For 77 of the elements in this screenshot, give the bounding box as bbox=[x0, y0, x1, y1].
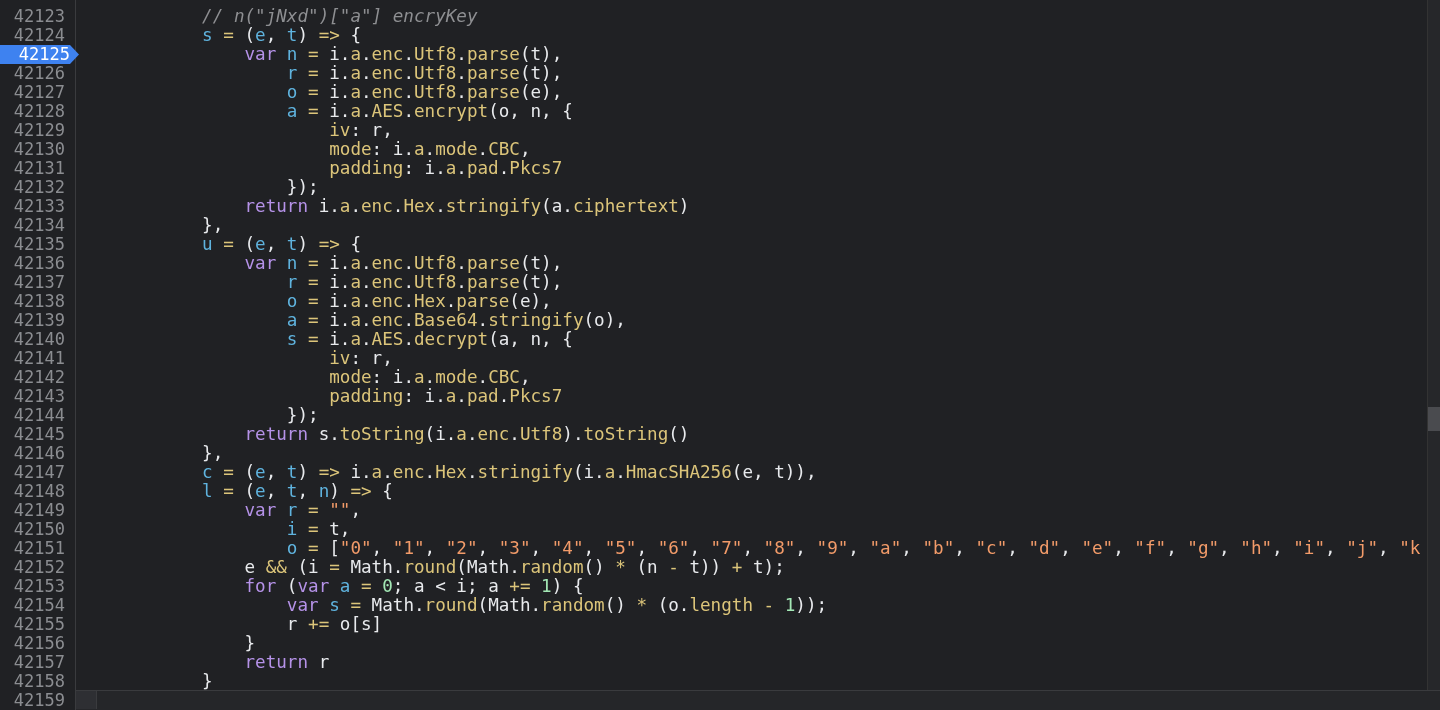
line-number[interactable]: 42130 bbox=[0, 140, 75, 159]
line-number[interactable]: 42139 bbox=[0, 311, 75, 330]
line-number[interactable]: 42146 bbox=[0, 444, 75, 463]
line-number[interactable]: 42124 bbox=[0, 26, 75, 45]
horizontal-scrollbar[interactable] bbox=[76, 690, 1440, 710]
code-line: }); bbox=[285, 178, 319, 197]
code-line: mode: i.a.mode.CBC, bbox=[328, 368, 531, 387]
code-line: return i.a.enc.Hex.stringify(a.ciphertext) bbox=[243, 197, 690, 216]
code-line: padding: i.a.pad.Pkcs7 bbox=[328, 387, 563, 406]
code-line: }, bbox=[201, 216, 224, 235]
scrollbar-thumb[interactable] bbox=[76, 691, 97, 709]
code-line: padding: i.a.pad.Pkcs7 bbox=[328, 159, 563, 178]
line-number[interactable]: 42133 bbox=[0, 197, 75, 216]
code-line: }); bbox=[285, 406, 319, 425]
code-line: for (var a = 0; a < i; a += 1) { bbox=[243, 577, 584, 596]
line-number[interactable]: 42135 bbox=[0, 235, 75, 254]
line-number[interactable]: 42156 bbox=[0, 634, 75, 653]
line-number[interactable]: 42136 bbox=[0, 254, 75, 273]
line-number[interactable]: 42128 bbox=[0, 102, 75, 121]
code-line: s = (e, t) => { bbox=[201, 26, 361, 45]
line-number[interactable]: 42127 bbox=[0, 83, 75, 102]
line-number[interactable]: 42134 bbox=[0, 216, 75, 235]
code-line: }, bbox=[201, 444, 224, 463]
code-line: var r = "", bbox=[243, 501, 361, 520]
scrollbar-thumb[interactable] bbox=[1428, 407, 1440, 431]
line-number[interactable]: 42158 bbox=[0, 672, 75, 691]
code-line: var s = Math.round(Math.random() * (o.length - 1)); bbox=[285, 596, 828, 615]
code-line: var n = i.a.enc.Utf8.parse(t), bbox=[243, 254, 563, 273]
line-number[interactable]: 42152 bbox=[0, 558, 75, 577]
line-number[interactable]: 42142 bbox=[0, 368, 75, 387]
code-line: l = (e, t, n) => { bbox=[201, 482, 393, 501]
line-number[interactable]: 42123 bbox=[0, 7, 75, 26]
line-number[interactable]: 42157 bbox=[0, 653, 75, 672]
code-line: r = i.a.enc.Utf8.parse(t), bbox=[285, 273, 563, 292]
code-line: iv: r, bbox=[328, 121, 393, 140]
code-line: a = i.a.enc.Base64.stringify(o), bbox=[285, 311, 626, 330]
line-number[interactable]: 42143 bbox=[0, 387, 75, 406]
line-number[interactable]: 42138 bbox=[0, 292, 75, 311]
line-number[interactable]: 42150 bbox=[0, 520, 75, 539]
line-number[interactable]: 42126 bbox=[0, 64, 75, 83]
line-number[interactable]: 42129 bbox=[0, 121, 75, 140]
code-line: r += o[s] bbox=[285, 615, 383, 634]
line-number[interactable]: 42137 bbox=[0, 273, 75, 292]
code-line: o = i.a.enc.Utf8.parse(e), bbox=[285, 83, 563, 102]
line-number[interactable]: 42132 bbox=[0, 178, 75, 197]
line-number[interactable]: 42131 bbox=[0, 159, 75, 178]
line-number[interactable]: 42140 bbox=[0, 330, 75, 349]
line-number[interactable]: 42159 bbox=[0, 691, 75, 710]
code-line: mode: i.a.mode.CBC, bbox=[328, 140, 531, 159]
line-number[interactable]: 42125 bbox=[0, 45, 80, 64]
line-number[interactable]: 42147 bbox=[0, 463, 75, 482]
line-number[interactable]: 42151 bbox=[0, 539, 75, 558]
line-number[interactable]: 42153 bbox=[0, 577, 75, 596]
line-number[interactable]: 42145 bbox=[0, 425, 75, 444]
line-number[interactable]: 42148 bbox=[0, 482, 75, 501]
code-line: c = (e, t) => i.a.enc.Hex.stringify(i.a.HmacSHA256(e, t)), bbox=[201, 463, 817, 482]
code-line: s = i.a.AES.decrypt(a, n, { bbox=[285, 330, 573, 349]
line-number[interactable]: 42144 bbox=[0, 406, 75, 425]
code-line: u = (e, t) => { bbox=[201, 235, 361, 254]
line-number[interactable]: 42154 bbox=[0, 596, 75, 615]
code-line: iv: r, bbox=[328, 349, 393, 368]
code-line: r = i.a.enc.Utf8.parse(t), bbox=[285, 64, 563, 83]
code-line: } bbox=[243, 634, 256, 653]
line-number[interactable]: 42149 bbox=[0, 501, 75, 520]
code-line: // n("jNxd")["a"] encryKey bbox=[201, 7, 478, 26]
vertical-scrollbar[interactable] bbox=[1427, 0, 1440, 690]
code-line: a = i.a.AES.encrypt(o, n, { bbox=[285, 102, 573, 121]
code-line: return r bbox=[243, 653, 330, 672]
code-line: i = t, bbox=[285, 520, 351, 539]
code-line: o = i.a.enc.Hex.parse(e), bbox=[285, 292, 552, 311]
code-line: e && (i = Math.round(Math.random() * (n - t)) + t); bbox=[243, 558, 785, 577]
code-line: return s.toString(i.a.enc.Utf8).toString() bbox=[243, 425, 690, 444]
code-line: o = ["0", "1", "2", "3", "4", "5", "6", "7", "8", "9", "a", "b", "c", "d", "e", "f", "g", "h", "i", "j", "k bbox=[285, 539, 1421, 558]
line-number[interactable]: 42155 bbox=[0, 615, 75, 634]
line-number[interactable]: 42141 bbox=[0, 349, 75, 368]
code-line: var n = i.a.enc.Utf8.parse(t), bbox=[243, 45, 563, 64]
code-line: } bbox=[201, 672, 213, 691]
